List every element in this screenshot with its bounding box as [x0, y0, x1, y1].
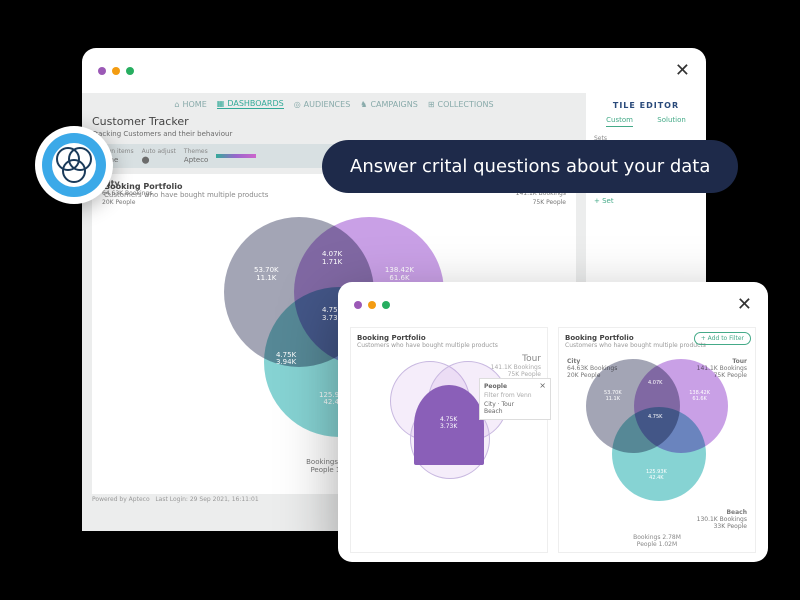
selection-venn[interactable]: 4.75K3.73K	[384, 355, 514, 485]
close-button[interactable]: ✕	[737, 294, 752, 315]
seg-beach: 125.93K42.4K	[646, 470, 667, 481]
popover-close-button[interactable]: ×	[539, 381, 546, 390]
nav-label: HOME	[182, 100, 206, 109]
dot-icon	[126, 67, 134, 75]
logo-badge	[35, 126, 113, 204]
dot-icon	[382, 301, 390, 309]
center-label: 4.75K3.73K	[440, 417, 457, 430]
tb-label: Auto adjust	[142, 148, 176, 155]
filter-header: People	[484, 383, 546, 390]
nav-label: CAMPAIGNS	[370, 100, 417, 109]
page-title: Customer Tracker	[92, 115, 576, 128]
nav-collections[interactable]: ⊞ COLLECTIONS	[428, 99, 494, 109]
titlebar: ✕	[82, 48, 706, 93]
seg-tour: 138.42K61.6K	[689, 391, 710, 402]
panel-title: Booking Portfolio	[357, 334, 541, 342]
toolbar-auto[interactable]: Auto adjust⬤	[142, 148, 176, 164]
seg-city-beach: 4.75K3.94K	[276, 352, 296, 367]
titlebar: ✕	[338, 282, 768, 327]
seg-city-tour: 4.07K1.71K	[322, 251, 342, 266]
panel-subtitle: Customers who have bought multiple produ…	[357, 342, 541, 349]
filter-hint: Filter from Venn	[484, 392, 546, 399]
nav-campaigns[interactable]: ♞ CAMPAIGNS	[360, 99, 418, 109]
toggle-icon: ⬤	[142, 156, 176, 164]
nav-audiences[interactable]: ◎ AUDIENCES	[294, 99, 351, 109]
last-login: Last Login: 29 Sep 2021, 16:11:01	[155, 496, 258, 503]
nav-label: DASHBOARDS	[227, 99, 283, 108]
tab-custom[interactable]: Custom	[606, 116, 633, 127]
filter-line: Beach	[484, 408, 546, 415]
dot-icon	[368, 301, 376, 309]
nav-dashboards[interactable]: ▦ DASHBOARDS	[217, 99, 284, 109]
seg-all: 4.75K	[648, 415, 662, 421]
cat-people: 20K	[102, 199, 114, 206]
close-button[interactable]: ✕	[675, 60, 690, 81]
theme-swatch	[216, 154, 256, 158]
tab-solution[interactable]: Solution	[657, 116, 686, 127]
side-tabs: Custom Solution	[594, 116, 698, 127]
side-title: TILE EDITOR	[594, 101, 698, 110]
tb-value: Apteco	[184, 156, 208, 164]
panel-selection: Booking Portfolio Customers who have bou…	[350, 327, 548, 553]
nav-home[interactable]: ⌂ HOME	[174, 99, 206, 109]
cat-bookings: 64.63K	[102, 190, 123, 197]
sub-body: Booking Portfolio Customers who have bou…	[338, 327, 768, 565]
window-controls	[354, 301, 390, 309]
mini-venn[interactable]: 53.70K11.1K 138.42K61.6K 125.93K42.4K 4.…	[582, 355, 732, 505]
mini-label-beach: Beach130.1K Bookings33K People	[697, 509, 747, 530]
callout-pill: Answer crital questions about your data	[322, 140, 738, 193]
seg-tour: 138.42K61.6K	[385, 267, 414, 282]
seg-ct: 4.07K	[648, 381, 662, 387]
cat-people: 75K	[533, 199, 545, 206]
dot-icon	[112, 67, 120, 75]
panel-full: Booking Portfolio Customers who have bou…	[558, 327, 756, 553]
top-nav: ⌂ HOME ▦ DASHBOARDS ◎ AUDIENCES ♞ CAMPAI…	[92, 99, 576, 109]
nav-label: AUDIENCES	[304, 100, 351, 109]
seg-city: 53.70K11.1K	[254, 267, 279, 282]
mini-footer: Bookings 2.78MPeople 1.02M	[633, 534, 681, 548]
label-city: City 64.63K Bookings20K People	[102, 180, 152, 206]
tb-label: Themes	[184, 148, 208, 155]
window-controls	[98, 67, 134, 75]
dot-icon	[354, 301, 362, 309]
add-set-button[interactable]: + Set	[594, 197, 698, 205]
window-sub: ✕ Booking Portfolio Customers who have b…	[338, 282, 768, 562]
logo-ring	[42, 133, 106, 197]
page-subtitle: Tracking Customers and their behaviour	[92, 130, 576, 138]
seg-city: 53.70K11.1K	[604, 391, 622, 402]
toolbar-themes[interactable]: ThemesApteco	[184, 148, 208, 164]
dot-icon	[98, 67, 106, 75]
add-to-filter-button[interactable]: + Add to Filter	[694, 332, 751, 345]
venn-logo-icon	[52, 143, 96, 187]
nav-label: COLLECTIONS	[438, 100, 494, 109]
circle-beach[interactable]	[612, 407, 706, 501]
filter-line: City · Tour	[484, 401, 546, 408]
filter-popover: × People Filter from Venn City · Tour Be…	[479, 378, 551, 420]
